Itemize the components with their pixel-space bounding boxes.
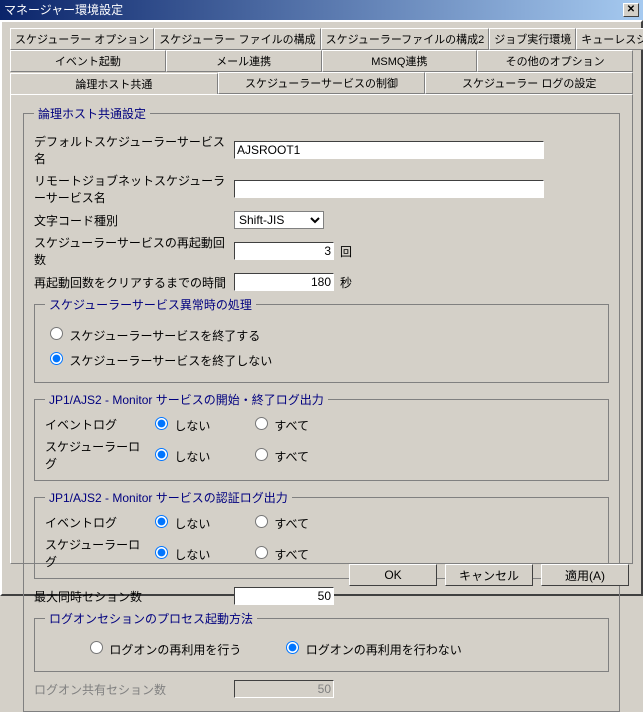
- ok-button[interactable]: OK: [349, 564, 437, 586]
- restart-count-label: スケジューラーサービスの再起動回数: [34, 234, 234, 268]
- tab-logical-host-common[interactable]: 論理ホスト共通: [10, 73, 218, 95]
- tabs-row-1: スケジューラー オプション スケジューラー ファイルの構成 スケジューラーファイ…: [10, 28, 633, 50]
- default-service-label: デフォルトスケジューラーサービス名: [34, 133, 234, 167]
- abend-not-terminate-radio[interactable]: [50, 352, 63, 365]
- shared-sessions-label: ログオン共有セション数: [34, 681, 234, 698]
- abend-terminate-radio[interactable]: [50, 327, 63, 340]
- group-startstop-log-legend: JP1/AJS2 - Monitor サービスの開始・終了ログ出力: [45, 391, 328, 408]
- restart-clear-unit: 秒: [340, 274, 352, 291]
- tab-mail-link[interactable]: メール連携: [166, 50, 322, 72]
- button-bar: OK キャンセル 適用(A): [349, 564, 629, 586]
- auth-schedlog-all[interactable]: すべて: [250, 543, 350, 563]
- charset-label: 文字コード種別: [34, 212, 234, 229]
- max-sessions-label: 最大同時セション数: [34, 588, 234, 605]
- default-service-input[interactable]: [234, 141, 544, 159]
- tab-queueless-job-env[interactable]: キューレスジョブ実行環境: [576, 28, 643, 50]
- tab-msmq-link[interactable]: MSMQ連携: [322, 50, 478, 72]
- cancel-button[interactable]: キャンセル: [445, 564, 533, 586]
- tab-scheduler-file-config[interactable]: スケジューラー ファイルの構成: [154, 28, 320, 50]
- restart-clear-label: 再起動回数をクリアするまでの時間: [34, 274, 234, 291]
- startstop-schedlog-no[interactable]: しない: [150, 445, 250, 465]
- tab-event-start[interactable]: イベント起動: [10, 50, 166, 72]
- tabs-row-2: イベント起動 メール連携 MSMQ連携 その他のオプション: [10, 50, 633, 72]
- tab-scheduler-service-control[interactable]: スケジューラーサービスの制御: [218, 72, 426, 94]
- logon-reuse-option[interactable]: ログオンの再利用を行う: [85, 638, 241, 658]
- group-logical-host-common: 論理ホスト共通設定 デフォルトスケジューラーサービス名 リモートジョブネットスケ…: [23, 105, 620, 712]
- group-logon-legend: ログオンセションのプロセス起動方法: [45, 610, 257, 627]
- auth-eventlog-all[interactable]: すべて: [250, 512, 350, 532]
- startstop-schedlog-all[interactable]: すべて: [250, 445, 350, 465]
- tab-job-exec-env[interactable]: ジョブ実行環境: [489, 28, 576, 50]
- group-startstop-log: JP1/AJS2 - Monitor サービスの開始・終了ログ出力 イベントログ…: [34, 391, 609, 481]
- logon-noreuse-option[interactable]: ログオンの再利用を行わない: [281, 638, 461, 658]
- close-icon[interactable]: ✕: [623, 3, 639, 17]
- auth-schedlog-label: スケジューラーログ: [45, 536, 150, 570]
- auth-eventlog-no[interactable]: しない: [150, 512, 250, 532]
- window-title: マネージャー環境設定: [4, 0, 123, 20]
- apply-button[interactable]: 適用(A): [541, 564, 629, 586]
- remote-service-input[interactable]: [234, 180, 544, 198]
- tab-scheduler-option[interactable]: スケジューラー オプション: [10, 28, 154, 50]
- charset-select[interactable]: Shift-JIS: [234, 211, 324, 229]
- tab-scheduler-log-settings[interactable]: スケジューラー ログの設定: [425, 72, 633, 94]
- tab-other-options[interactable]: その他のオプション: [477, 50, 633, 72]
- group-logon: ログオンセションのプロセス起動方法 ログオンの再利用を行う ログオンの再利用を行…: [34, 610, 609, 672]
- window-body: スケジューラー オプション スケジューラー ファイルの構成 スケジューラーファイ…: [0, 20, 643, 596]
- tab-scheduler-file-config2[interactable]: スケジューラーファイルの構成2: [321, 28, 490, 50]
- auth-schedlog-no[interactable]: しない: [150, 543, 250, 563]
- restart-clear-input[interactable]: [234, 273, 334, 291]
- restart-count-unit: 回: [340, 243, 352, 260]
- remote-service-label: リモートジョブネットスケジューラーサービス名: [34, 172, 234, 206]
- tab-panel: 論理ホスト共通設定 デフォルトスケジューラーサービス名 リモートジョブネットスケ…: [10, 94, 633, 564]
- startstop-eventlog-label: イベントログ: [45, 416, 150, 433]
- max-sessions-input[interactable]: [234, 587, 334, 605]
- restart-count-input[interactable]: [234, 242, 334, 260]
- group-abend-legend: スケジューラーサービス異常時の処理: [45, 296, 256, 313]
- group-auth-log-legend: JP1/AJS2 - Monitor サービスの認証ログ出力: [45, 489, 292, 506]
- startstop-eventlog-no[interactable]: しない: [150, 414, 250, 434]
- title-bar: マネージャー環境設定 ✕: [0, 0, 643, 20]
- abend-terminate-option[interactable]: スケジューラーサービスを終了する: [45, 324, 260, 344]
- tabs-row-3: 論理ホスト共通 スケジューラーサービスの制御 スケジューラー ログの設定: [10, 72, 633, 94]
- auth-eventlog-label: イベントログ: [45, 514, 150, 531]
- startstop-schedlog-label: スケジューラーログ: [45, 438, 150, 472]
- group-legend: 論理ホスト共通設定: [34, 105, 150, 122]
- abend-not-terminate-option[interactable]: スケジューラーサービスを終了しない: [45, 349, 272, 369]
- group-abend: スケジューラーサービス異常時の処理 スケジューラーサービスを終了する スケジュー…: [34, 296, 609, 383]
- startstop-eventlog-all[interactable]: すべて: [250, 414, 350, 434]
- shared-sessions-input: [234, 680, 334, 698]
